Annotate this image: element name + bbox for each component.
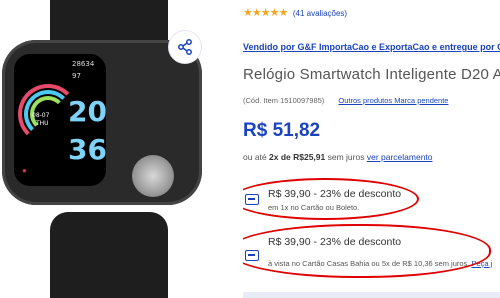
item-code: (Cód. Item 1510097985) [243, 96, 325, 105]
star-rating-icon: ★★★★★ [243, 7, 288, 19]
watch-case: 28634 97 08-07 THU 20 36 ● [2, 40, 202, 205]
offer-card[interactable]: R$ 39,90 - 23% de desconto à vista no Ca… [243, 224, 500, 278]
section-divider [243, 292, 500, 298]
product-title: Relógio Smartwatch Inteligente D20 A [243, 66, 500, 83]
heart-rate-value: 97 [72, 72, 81, 80]
seller-info: Vendido por G&F ImportaCao e ExportaCao … [243, 42, 500, 52]
product-info: ★★★★★ (41 avaliações) Vendido por G&F Im… [243, 0, 500, 298]
time-minute: 36 [68, 133, 106, 166]
view-installments-link[interactable]: ver parcelamento [367, 152, 433, 162]
product-meta: (Cód. Item 1510097985) Outros produtos M… [243, 96, 448, 105]
annotation-circle [243, 224, 491, 278]
installments-interest: sem juros [327, 152, 365, 162]
watch-band-bottom [50, 212, 168, 298]
steps-value: 28634 [72, 60, 95, 68]
watch-crown [132, 155, 174, 197]
delivered-by-link[interactable]: entregue por Ca [440, 42, 500, 52]
annotation-circle [243, 178, 419, 220]
day-value: THU [36, 120, 49, 127]
offer-boleto[interactable]: R$ 39,90 - 23% de desconto em 1x no Cart… [243, 178, 500, 222]
time-hour: 20 [68, 95, 106, 128]
product-image[interactable]: 28634 97 08-07 THU 20 36 ● [0, 0, 215, 298]
installments-prefix: ou até [243, 152, 267, 162]
rating-count-link[interactable]: (41 avaliações) [293, 9, 347, 18]
installments-amount: 2x de R$25,91 [269, 152, 326, 162]
installments: ou até 2x de R$25,91 sem juros ver parce… [243, 152, 433, 162]
rating[interactable]: ★★★★★ (41 avaliações) [243, 6, 347, 19]
other-products-link[interactable]: Outros produtos Marca pendente [338, 96, 448, 105]
share-icon [178, 39, 192, 55]
share-button[interactable] [168, 30, 202, 64]
sold-by-link[interactable]: Vendido por G&F ImportaCao e ExportaCao [243, 42, 430, 52]
heart-icon: ● [22, 166, 27, 175]
date-value: 08-07 [32, 112, 50, 119]
seller-separator: e [432, 42, 438, 52]
watch-screen: 28634 97 08-07 THU 20 36 ● [14, 54, 106, 186]
product-price: R$ 51,82 [243, 120, 321, 141]
